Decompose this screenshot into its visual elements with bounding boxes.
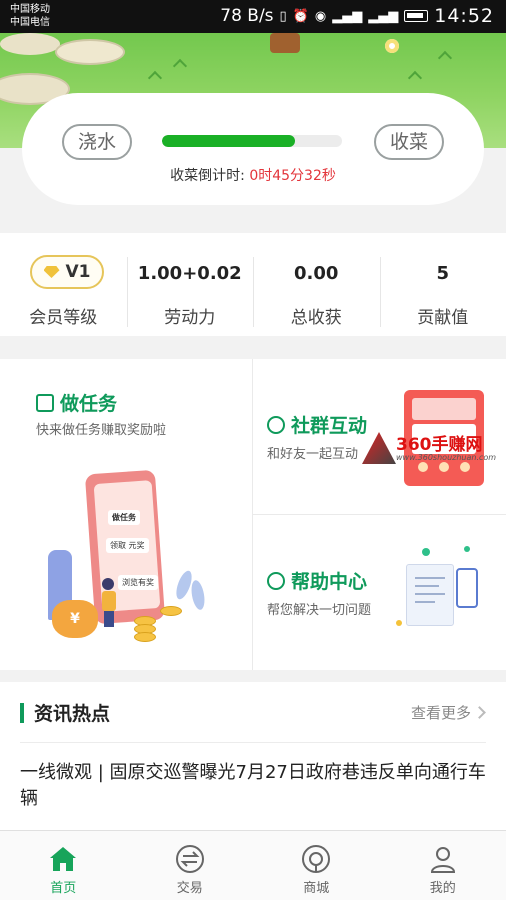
status-bar: 中国移动 中国电信 78 B/s ▯ ⏰ ◉ ▂▄▆ ▂▄▆ 14:52 bbox=[0, 0, 506, 33]
grass-decoration bbox=[407, 70, 423, 86]
help-illustration bbox=[392, 540, 492, 640]
news-title: 资讯热点 bbox=[34, 703, 111, 725]
farm-control-card: 浇水 收菜 收菜倒计时: 0时45分32秒 bbox=[22, 93, 484, 205]
coin-icon bbox=[160, 606, 182, 616]
help-title: 帮助中心 bbox=[267, 567, 367, 594]
watermark: 360手赚网 www.360shouzhuan.com bbox=[362, 432, 496, 468]
community-icon bbox=[267, 415, 285, 434]
nav-exchange[interactable]: 交易 bbox=[127, 831, 254, 900]
nav-exchange-label: 交易 bbox=[176, 881, 203, 896]
news-headline[interactable]: 一线微观 | 固原交巡警曝光7月27日政府巷违反单向通行车辆 bbox=[20, 760, 490, 812]
task-title: 做任务 bbox=[36, 389, 117, 416]
vip-badge: V1 bbox=[30, 255, 104, 289]
contribution-value: 5 bbox=[436, 263, 450, 284]
edit-icon bbox=[36, 393, 54, 412]
shop-icon bbox=[302, 845, 331, 873]
leaf-decoration bbox=[189, 579, 207, 611]
battery-icon bbox=[404, 10, 429, 22]
community-title: 社群互动 bbox=[267, 411, 367, 438]
stone-decoration bbox=[0, 33, 60, 55]
bottom-nav: 首页 交易 商城 我的 bbox=[0, 830, 506, 900]
flower-decoration bbox=[385, 39, 399, 53]
carrier-2: 中国电信 bbox=[10, 17, 50, 28]
person-illustration bbox=[102, 578, 116, 627]
nav-shop[interactable]: 商城 bbox=[253, 831, 380, 900]
eye-icon: ◉ bbox=[314, 8, 327, 24]
stat-contribution[interactable]: 5 贡献值 bbox=[379, 233, 506, 336]
vip-level: V1 bbox=[65, 262, 91, 282]
grass-decoration bbox=[147, 70, 163, 86]
grass-decoration bbox=[437, 50, 453, 66]
dot-decoration bbox=[464, 546, 470, 552]
help-title-text: 帮助中心 bbox=[291, 571, 368, 593]
network-speed: 78 B/s bbox=[220, 6, 274, 26]
harvest-progress-bar bbox=[162, 135, 342, 147]
contribution-label: 贡献值 bbox=[417, 308, 469, 328]
log-decoration bbox=[270, 33, 300, 53]
carrier-1: 中国移动 bbox=[10, 4, 50, 15]
money-sack-icon: ¥ bbox=[52, 600, 98, 638]
nav-home-label: 首页 bbox=[50, 881, 77, 896]
exchange-icon bbox=[175, 845, 204, 873]
harvest-countdown: 收菜倒计时: 0时45分32秒 bbox=[22, 165, 484, 185]
nav-shop-label: 商城 bbox=[303, 881, 330, 896]
clock: 14:52 bbox=[434, 5, 494, 27]
watermark-brand: 360手赚网 bbox=[396, 435, 483, 455]
news-section: 资讯热点 查看更多 一线微观 | 固原交巡警曝光7月27日政府巷违反单向通行车辆 bbox=[0, 682, 506, 830]
vibrate-icon: ▯ bbox=[279, 8, 287, 24]
status-icons: 78 B/s ▯ ⏰ ◉ ▂▄▆ ▂▄▆ 14:52 bbox=[220, 5, 494, 27]
harvest-progress-fill bbox=[162, 135, 296, 147]
dot-decoration bbox=[396, 620, 402, 626]
vip-label: 会员等级 bbox=[29, 308, 98, 328]
divider bbox=[20, 742, 486, 743]
carrier-info: 中国移动 中国电信 bbox=[10, 3, 50, 29]
news-accent-bar bbox=[20, 703, 24, 723]
task-illustration: 做任务 领取 元奖 浏览有奖 ¥ bbox=[48, 460, 208, 650]
illus-card-1: 领取 元奖 bbox=[106, 538, 149, 553]
nav-profile-label: 我的 bbox=[429, 881, 456, 896]
task-title-text: 做任务 bbox=[60, 393, 118, 415]
chevron-right-icon bbox=[473, 706, 486, 719]
harvest-button[interactable]: 收菜 bbox=[374, 124, 444, 160]
labor-value: 1.00+0.02 bbox=[137, 263, 242, 284]
alarm-icon: ⏰ bbox=[292, 8, 309, 24]
stat-vip[interactable]: V1 会员等级 bbox=[0, 233, 127, 336]
water-button[interactable]: 浇水 bbox=[62, 124, 132, 160]
countdown-label: 收菜倒计时: bbox=[170, 168, 245, 184]
signal-4g-icon: ▂▄▆ bbox=[368, 8, 399, 24]
user-icon bbox=[430, 847, 455, 873]
document-icon bbox=[406, 564, 454, 626]
grass-decoration bbox=[172, 58, 188, 74]
stat-harvest[interactable]: 0.00 总收获 bbox=[253, 233, 380, 336]
countdown-value: 0时45分32秒 bbox=[249, 168, 336, 184]
home-icon bbox=[50, 847, 77, 871]
stone-decoration bbox=[55, 39, 125, 65]
news-more-link[interactable]: 查看更多 bbox=[410, 702, 486, 723]
stat-labor[interactable]: 1.00+0.02 劳动力 bbox=[126, 233, 254, 336]
nav-profile[interactable]: 我的 bbox=[380, 831, 506, 900]
help-subtitle: 帮您解决一切问题 bbox=[267, 603, 372, 618]
illus-task-card: 做任务 bbox=[108, 510, 140, 525]
question-icon bbox=[267, 571, 285, 590]
nav-home[interactable]: 首页 bbox=[0, 831, 127, 900]
signal-icon: ▂▄▆ bbox=[332, 8, 363, 24]
dot-decoration bbox=[422, 548, 430, 556]
stats-panel: V1 会员等级 1.00+0.02 劳动力 0.00 总收获 5 贡献值 bbox=[0, 233, 506, 336]
labor-label: 劳动力 bbox=[164, 308, 216, 328]
task-subtitle: 快来做任务赚取奖励啦 bbox=[36, 423, 167, 438]
coin-icon bbox=[134, 632, 156, 642]
diamond-icon bbox=[43, 266, 60, 278]
phone-icon bbox=[456, 568, 478, 608]
news-more-text: 查看更多 bbox=[410, 704, 471, 722]
harvest-value: 0.00 bbox=[294, 263, 339, 284]
watermark-logo-icon bbox=[362, 432, 396, 464]
illus-card-2: 浏览有奖 bbox=[118, 575, 158, 590]
harvest-label: 总收获 bbox=[290, 308, 342, 328]
watermark-url: www.360shouzhuan.com bbox=[396, 453, 497, 462]
community-subtitle: 和好友一起互动 bbox=[267, 447, 359, 462]
community-title-text: 社群互动 bbox=[291, 415, 368, 437]
